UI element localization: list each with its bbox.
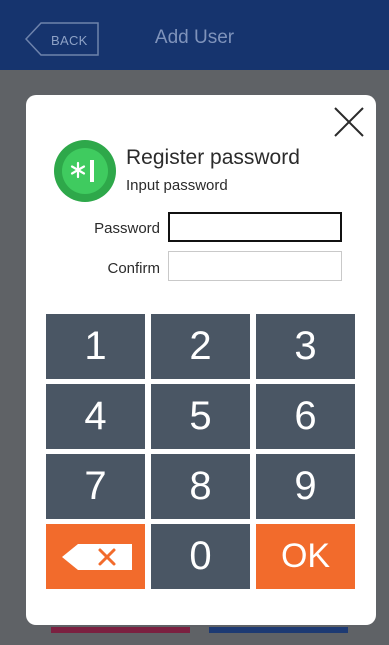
password-key-icon [70,160,94,182]
key-0[interactable]: 0 [151,524,250,589]
close-icon [334,107,364,137]
key-4[interactable]: 4 [46,384,145,449]
key-6[interactable]: 6 [256,384,355,449]
numeric-keypad: 1 2 3 4 5 6 7 8 9 0 OK [46,314,355,589]
password-badge [54,140,116,202]
background-button-right [209,627,348,633]
backspace-icon [61,543,132,570]
screen: BACK Add User Register password Input pa… [0,0,389,645]
close-button[interactable] [332,105,366,139]
key-2[interactable]: 2 [151,314,250,379]
top-bar: BACK Add User [0,0,389,70]
key-7[interactable]: 7 [46,454,145,519]
key-5[interactable]: 5 [151,384,250,449]
dialog-title: Register password [126,146,300,169]
ok-button[interactable]: OK [256,524,355,589]
key-9[interactable]: 9 [256,454,355,519]
key-8[interactable]: 8 [151,454,250,519]
password-input[interactable] [168,212,342,242]
key-3[interactable]: 3 [256,314,355,379]
confirm-label: Confirm [107,260,160,277]
backspace-button[interactable] [46,524,145,589]
password-label: Password [94,220,160,237]
page-title: Add User [154,27,235,48]
register-password-dialog: Register password Input password Passwor… [26,95,376,625]
confirm-input[interactable] [168,251,342,281]
background-button-left [51,627,190,633]
key-1[interactable]: 1 [46,314,145,379]
dialog-subtitle: Input password [126,177,228,194]
